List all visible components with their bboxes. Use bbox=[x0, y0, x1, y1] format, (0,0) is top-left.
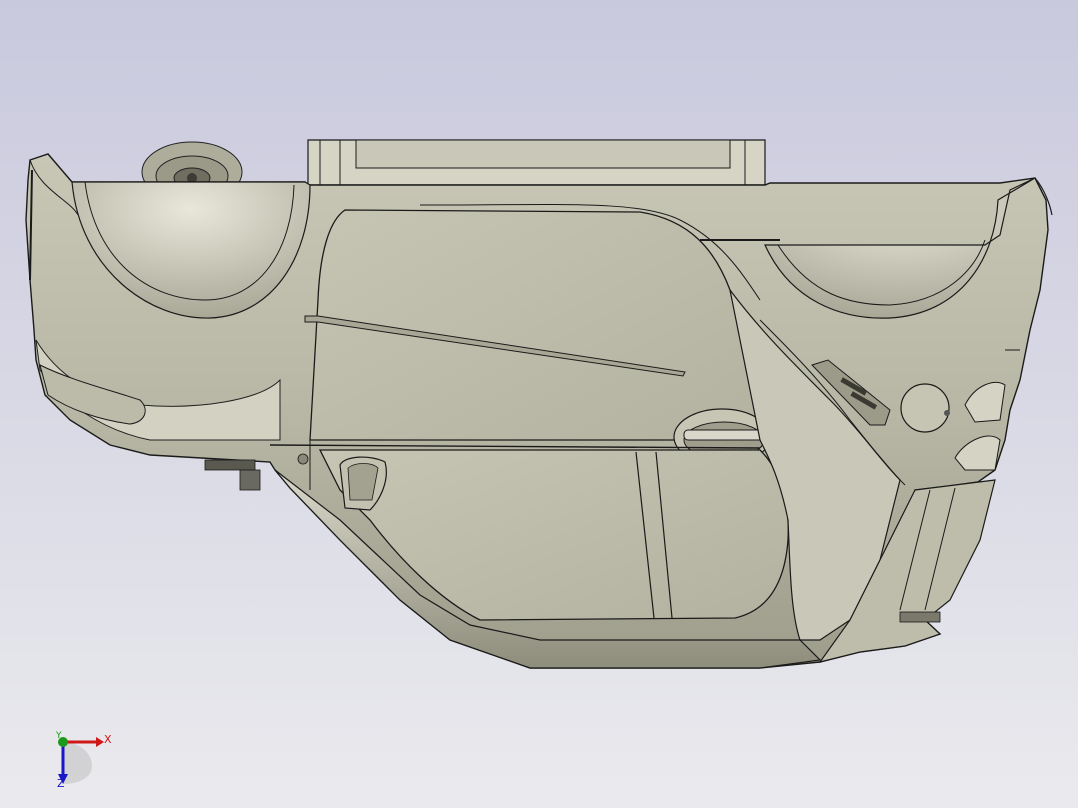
z-axis-label: Z bbox=[57, 777, 65, 790]
triad-shadow bbox=[63, 742, 92, 784]
x-axis-label: X bbox=[104, 733, 112, 746]
fog-lamp bbox=[900, 383, 950, 433]
roof-section bbox=[307, 139, 766, 186]
lower-door-panel bbox=[318, 449, 789, 621]
graphics-viewport[interactable]: X Y Z bbox=[0, 0, 1078, 808]
y-axis-label: Y bbox=[56, 731, 62, 741]
car-body-model[interactable] bbox=[0, 0, 1078, 808]
